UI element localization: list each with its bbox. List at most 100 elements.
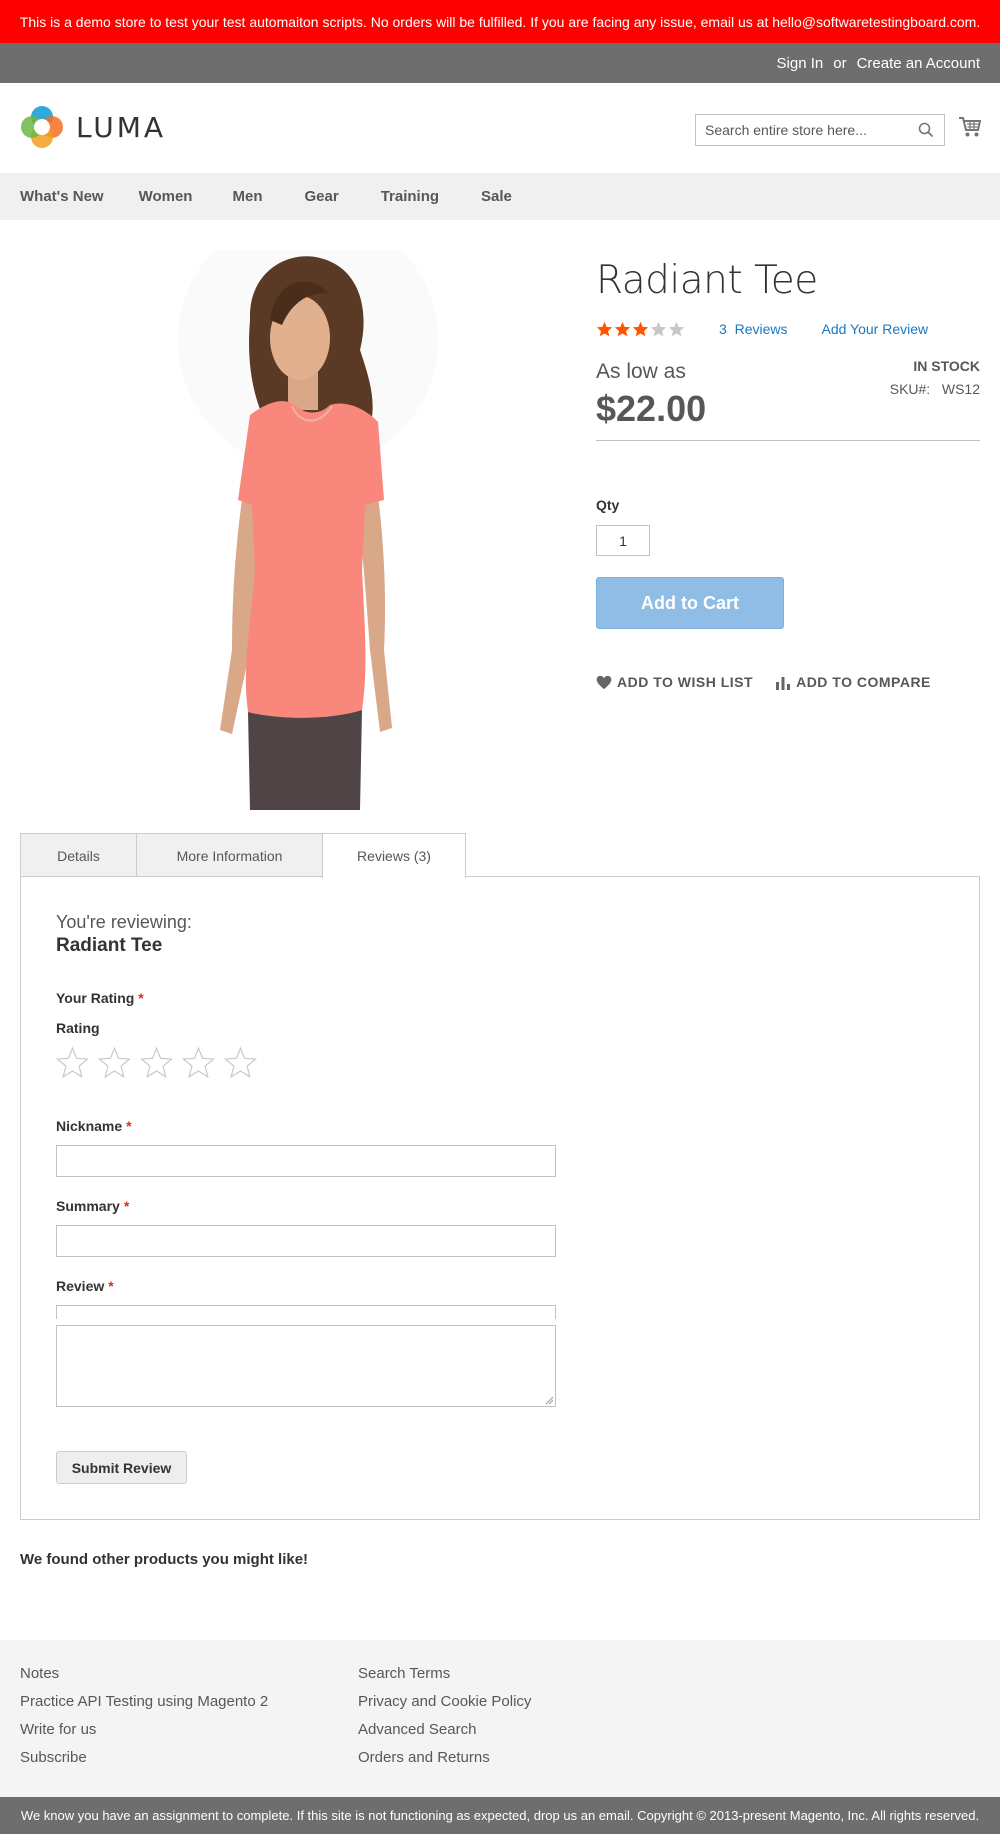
nav-item-gear[interactable]: Gear bbox=[304, 188, 338, 205]
reviews-link[interactable]: 3 Reviews bbox=[719, 321, 787, 337]
sign-in-link[interactable]: Sign In bbox=[777, 55, 824, 72]
price-label: As low as bbox=[596, 360, 686, 383]
star-filled-icon bbox=[614, 321, 631, 337]
star-filled-icon bbox=[596, 321, 613, 337]
nav-item-sale[interactable]: Sale bbox=[481, 188, 512, 205]
search-icon bbox=[918, 122, 934, 138]
rating-stars bbox=[596, 321, 685, 337]
cart-icon bbox=[959, 117, 982, 137]
add-to-cart-button[interactable]: Add to Cart bbox=[596, 577, 784, 629]
review-label-text: Review bbox=[56, 1278, 105, 1294]
footer-link-search-terms[interactable]: Search Terms bbox=[358, 1660, 531, 1688]
info-divider bbox=[596, 440, 980, 441]
add-to-compare-label: ADD TO COMPARE bbox=[796, 674, 931, 690]
nickname-field[interactable] bbox=[56, 1145, 556, 1177]
luma-logo[interactable]: LUMA bbox=[20, 105, 166, 149]
nav-item-whats-new[interactable]: What's New bbox=[20, 188, 104, 205]
review-label: Review * bbox=[56, 1278, 114, 1294]
footer-link-subscribe[interactable]: Subscribe bbox=[20, 1744, 268, 1772]
create-account-link[interactable]: Create an Account bbox=[857, 55, 980, 72]
demo-notice-text: This is a demo store to test your test a… bbox=[19, 13, 981, 30]
footer-link-advanced-search[interactable]: Advanced Search bbox=[358, 1716, 531, 1744]
related-products-heading: We found other products you might like! bbox=[20, 1551, 309, 1568]
product-photo bbox=[178, 210, 438, 810]
required-marker: * bbox=[126, 1118, 132, 1134]
reviews-count: 3 bbox=[719, 321, 727, 337]
your-rating-label: Your Rating * bbox=[56, 990, 144, 1006]
minicart-button[interactable] bbox=[958, 115, 982, 139]
submit-review-button[interactable]: Submit Review bbox=[56, 1451, 187, 1484]
star-empty-icon bbox=[668, 321, 685, 337]
qty-label: Qty bbox=[596, 497, 620, 513]
resize-handle-icon[interactable] bbox=[544, 1395, 554, 1405]
site-footer: Notes Practice API Testing using Magento… bbox=[0, 1640, 1000, 1797]
main-navigation: What's New Women Men Gear Training Sale bbox=[0, 173, 1000, 220]
product-rating-summary: 3 Reviews Add Your Review bbox=[596, 321, 928, 337]
review-editor-toolbar bbox=[56, 1305, 556, 1319]
nav-item-women[interactable]: Women bbox=[139, 188, 193, 205]
product-info-tabs: Details More Information Reviews (3) bbox=[20, 833, 466, 878]
required-marker: * bbox=[138, 990, 144, 1006]
site-header: LUMA bbox=[0, 83, 1000, 173]
summary-label: Summary * bbox=[56, 1198, 129, 1214]
star-filled-icon bbox=[632, 321, 649, 337]
reviewing-product-name: Radiant Tee bbox=[56, 935, 163, 956]
review-textarea[interactable] bbox=[56, 1325, 556, 1407]
your-rating-text: Your Rating bbox=[56, 990, 135, 1006]
nickname-label-text: Nickname bbox=[56, 1118, 123, 1134]
required-marker: * bbox=[123, 1198, 130, 1214]
rating-star-4-icon[interactable] bbox=[181, 1046, 216, 1079]
demo-notice-banner: This is a demo store to test your test a… bbox=[0, 0, 1000, 43]
sku-value: WS12 bbox=[941, 381, 980, 397]
search-box bbox=[695, 114, 945, 146]
header-panel: Sign In or Create an Account bbox=[0, 43, 1000, 83]
star-empty-icon bbox=[650, 321, 667, 337]
footer-links-column-2: Search Terms Privacy and Cookie Policy A… bbox=[358, 1660, 531, 1772]
footer-link-api-testing[interactable]: Practice API Testing using Magento 2 bbox=[20, 1688, 268, 1716]
heart-icon bbox=[596, 675, 612, 689]
nav-item-men[interactable]: Men bbox=[232, 188, 262, 205]
footer-link-write-for-us[interactable]: Write for us bbox=[20, 1716, 268, 1744]
summary-label-text: Summary bbox=[56, 1198, 120, 1214]
sku-label: SKU#: bbox=[889, 381, 931, 397]
rating-label: Rating bbox=[56, 1020, 100, 1036]
reviews-tab-content bbox=[20, 876, 980, 1520]
rating-input bbox=[55, 1046, 258, 1079]
rating-star-2-icon[interactable] bbox=[97, 1046, 132, 1079]
footer-link-orders-returns[interactable]: Orders and Returns bbox=[358, 1744, 531, 1772]
product-title: Radiant Tee bbox=[596, 258, 818, 303]
rating-star-5-icon[interactable] bbox=[223, 1046, 258, 1079]
add-to-compare-link[interactable]: ADD TO COMPARE bbox=[775, 674, 931, 690]
footer-link-notes[interactable]: Notes bbox=[20, 1660, 268, 1688]
required-marker: * bbox=[108, 1278, 114, 1294]
product-price: $22.00 bbox=[596, 388, 707, 429]
product-sku: SKU#: WS12 bbox=[890, 381, 980, 397]
reviewing-label: You're reviewing: bbox=[56, 912, 192, 932]
stock-status: IN STOCK bbox=[913, 358, 980, 374]
search-input[interactable] bbox=[696, 115, 911, 145]
luma-logo-icon bbox=[21, 106, 63, 148]
tab-details[interactable]: Details bbox=[20, 833, 137, 877]
copyright-text: We know you have an assignment to comple… bbox=[20, 1808, 980, 1823]
reviews-label: Reviews bbox=[734, 321, 788, 337]
add-to-wishlist-link[interactable]: ADD TO WISH LIST bbox=[596, 674, 753, 690]
footer-link-privacy-policy[interactable]: Privacy and Cookie Policy bbox=[358, 1688, 531, 1716]
footer-links-column-1: Notes Practice API Testing using Magento… bbox=[20, 1660, 268, 1772]
add-to-wishlist-label: ADD TO WISH LIST bbox=[617, 674, 754, 690]
nickname-label: Nickname * bbox=[56, 1118, 132, 1134]
or-separator: or bbox=[833, 54, 847, 72]
search-button[interactable] bbox=[911, 115, 941, 145]
compare-icon bbox=[776, 676, 791, 690]
tab-reviews[interactable]: Reviews (3) bbox=[322, 833, 466, 878]
tab-more-information[interactable]: More Information bbox=[136, 833, 323, 877]
nav-item-training[interactable]: Training bbox=[381, 188, 439, 205]
product-image[interactable] bbox=[170, 210, 460, 810]
qty-input[interactable] bbox=[596, 525, 650, 556]
product-social-actions: ADD TO WISH LIST ADD TO COMPARE bbox=[596, 674, 931, 690]
add-your-review-link[interactable]: Add Your Review bbox=[821, 321, 928, 337]
rating-star-3-icon[interactable] bbox=[139, 1046, 174, 1079]
summary-field[interactable] bbox=[56, 1225, 556, 1257]
copyright-bar: We know you have an assignment to comple… bbox=[0, 1797, 1000, 1834]
rating-star-1-icon[interactable] bbox=[55, 1046, 90, 1079]
logo-text: LUMA bbox=[76, 110, 167, 144]
